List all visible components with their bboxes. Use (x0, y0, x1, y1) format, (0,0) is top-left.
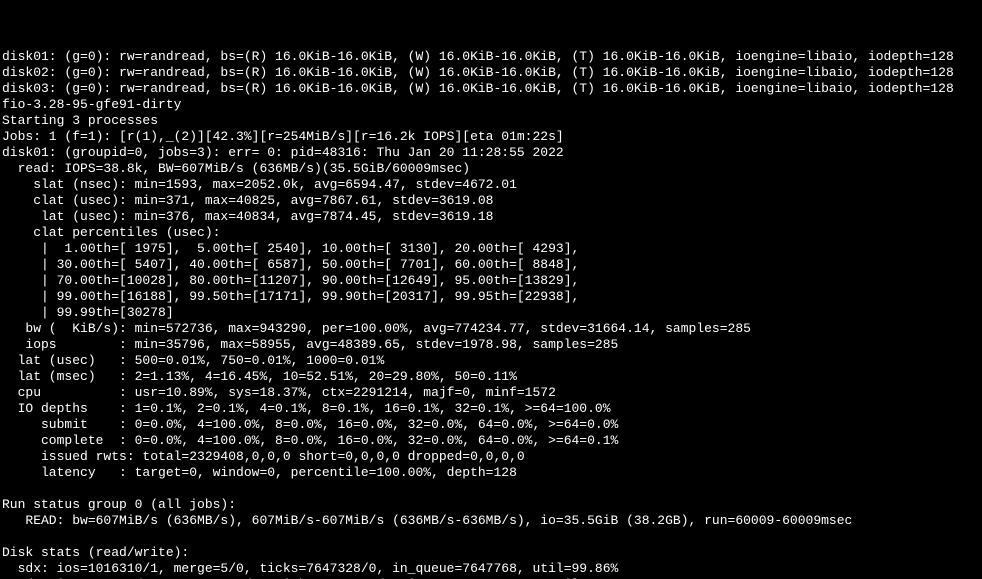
terminal-output: disk01: (g=0): rw=randread, bs=(R) 16.0K… (0, 48, 982, 579)
